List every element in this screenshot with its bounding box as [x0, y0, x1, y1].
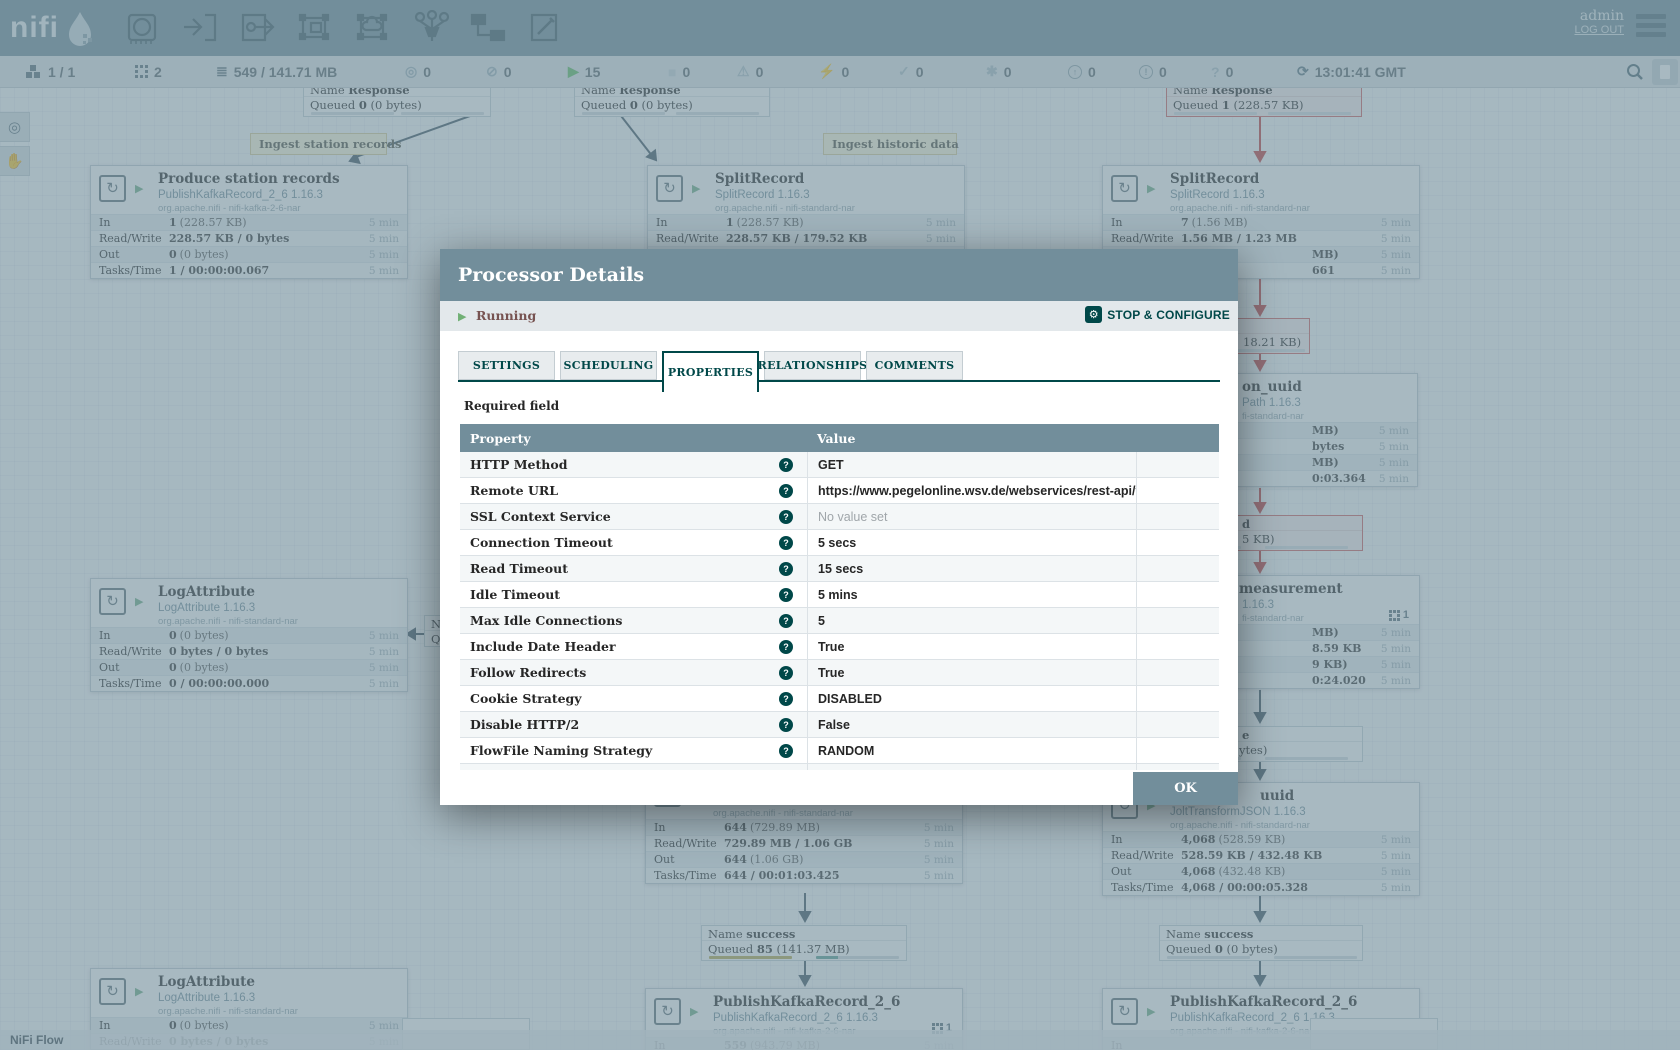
properties-table-header: Property Value	[460, 424, 1219, 452]
empty-cell	[1136, 582, 1219, 607]
help-icon[interactable]: ?	[779, 562, 793, 576]
property-value: False	[818, 718, 850, 732]
property-name: HTTP Method	[460, 457, 779, 472]
required-field-note: Required field	[464, 399, 559, 413]
property-row: FlowFile Naming Strategy? RANDOM	[460, 738, 1219, 764]
property-value: https://www.pegelonline.wsv.de/webservic…	[818, 484, 1136, 498]
property-value: 5 secs	[818, 536, 856, 550]
property-row: Idle Timeout? 5 mins	[460, 582, 1219, 608]
help-icon[interactable]: ?	[779, 640, 793, 654]
tab-properties[interactable]: PROPERTIES	[662, 351, 759, 392]
empty-cell	[1136, 608, 1219, 633]
run-state-label: Running	[476, 308, 536, 323]
help-icon[interactable]: ?	[779, 588, 793, 602]
help-icon[interactable]: ?	[779, 614, 793, 628]
empty-cell	[1136, 504, 1219, 529]
column-value: Value	[807, 431, 1219, 446]
empty-cell	[1136, 738, 1219, 763]
ok-button[interactable]: OK	[1133, 772, 1238, 805]
property-value: GET	[818, 458, 844, 472]
property-row: Max Idle Connections? 5	[460, 608, 1219, 634]
property-name: SSL Context Service	[460, 509, 779, 524]
help-icon[interactable]: ?	[779, 692, 793, 706]
stop-and-configure-button[interactable]: ⚙ STOP & CONFIGURE	[1085, 306, 1230, 323]
help-icon[interactable]: ?	[779, 510, 793, 524]
tab-relationships[interactable]: RELATIONSHIPS	[764, 351, 861, 380]
property-value: RANDOM	[818, 744, 874, 758]
empty-cell	[1136, 478, 1219, 503]
property-name: Follow Redirects	[460, 665, 779, 680]
processor-details-dialog: Processor Details ▶ Running ⚙ STOP & CON…	[440, 249, 1238, 805]
property-row: Disable HTTP/2? False	[460, 712, 1219, 738]
property-value: True	[818, 640, 844, 654]
empty-cell	[1136, 660, 1219, 685]
help-icon[interactable]: ?	[779, 458, 793, 472]
help-icon[interactable]: ?	[779, 536, 793, 550]
property-name: Read Timeout	[460, 561, 779, 576]
tab-comments[interactable]: COMMENTS	[866, 351, 963, 380]
property-name: Remote URL	[460, 483, 779, 498]
property-row: SSL Context Service? No value set	[460, 504, 1219, 530]
help-icon[interactable]: ?	[779, 484, 793, 498]
property-row: Connection Timeout? 5 secs	[460, 530, 1219, 556]
running-status-icon: ▶	[458, 310, 466, 323]
empty-cell	[1136, 530, 1219, 555]
property-row: Include Date Header? True	[460, 634, 1219, 660]
property-name: Cookie Strategy	[460, 691, 779, 706]
gear-icon: ⚙	[1085, 306, 1102, 323]
dialog-title: Processor Details	[458, 264, 644, 286]
tab-underline	[458, 380, 1220, 382]
property-row: Follow Redirects? True	[460, 660, 1219, 686]
empty-cell	[1136, 686, 1219, 711]
help-icon[interactable]: ?	[779, 718, 793, 732]
empty-cell	[1136, 556, 1219, 581]
dialog-header: Processor Details	[440, 249, 1238, 301]
empty-cell	[1136, 764, 1219, 770]
tab-settings[interactable]: SETTINGS	[458, 351, 555, 380]
property-row: Attributes to Send? No value set	[460, 764, 1219, 770]
property-value: No value set	[818, 770, 887, 771]
tab-scheduling[interactable]: SCHEDULING	[560, 351, 657, 380]
property-name: Include Date Header	[460, 639, 779, 654]
help-icon[interactable]: ?	[779, 770, 793, 771]
property-name: Max Idle Connections	[460, 613, 779, 628]
empty-cell	[1136, 712, 1219, 737]
empty-cell	[1136, 634, 1219, 659]
property-value: 5 mins	[818, 588, 858, 602]
property-value: DISABLED	[818, 692, 882, 706]
help-icon[interactable]: ?	[779, 666, 793, 680]
properties-table: Property Value HTTP Method? GET Remote U…	[460, 424, 1219, 770]
property-value: No value set	[818, 510, 887, 524]
property-value: 15 secs	[818, 562, 863, 576]
property-row: Read Timeout? 15 secs	[460, 556, 1219, 582]
property-name: Connection Timeout	[460, 535, 779, 550]
property-value: True	[818, 666, 844, 680]
property-value: 5	[818, 614, 825, 628]
property-name: Attributes to Send	[460, 769, 779, 770]
property-name: Idle Timeout	[460, 587, 779, 602]
property-name: Disable HTTP/2	[460, 717, 779, 732]
property-row: HTTP Method? GET	[460, 452, 1219, 478]
property-row: Remote URL? https://www.pegelonline.wsv.…	[460, 478, 1219, 504]
help-icon[interactable]: ?	[779, 744, 793, 758]
empty-cell	[1136, 452, 1219, 477]
property-name: FlowFile Naming Strategy	[460, 743, 779, 758]
property-row: Cookie Strategy? DISABLED	[460, 686, 1219, 712]
dialog-status-bar: ▶ Running ⚙ STOP & CONFIGURE	[440, 301, 1238, 331]
column-property: Property	[460, 431, 807, 446]
